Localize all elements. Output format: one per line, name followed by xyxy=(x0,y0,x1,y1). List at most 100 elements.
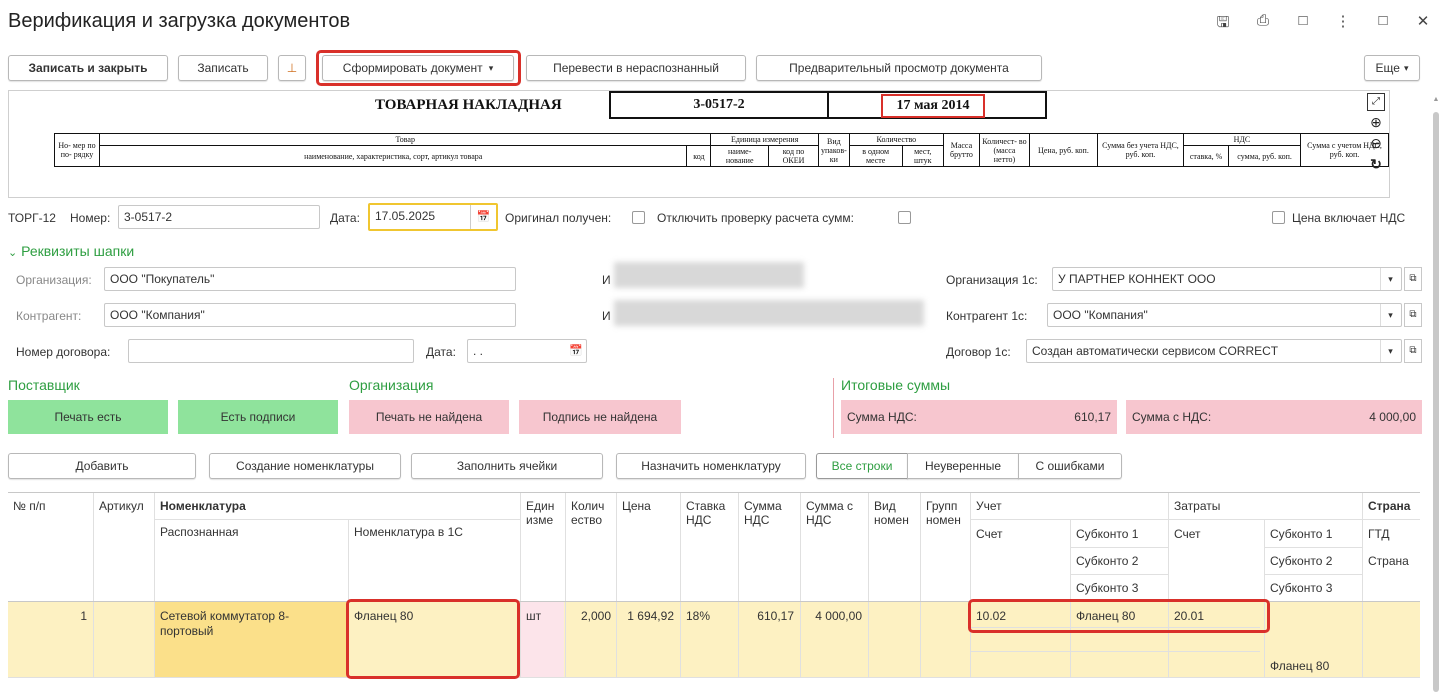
torg-label: ТОРГ-12 xyxy=(8,211,56,225)
col-nom1c[interactable]: Номенклатура в 1С xyxy=(349,521,468,543)
dropdown-icon[interactable]: ▾ xyxy=(1380,268,1400,290)
open-link-icon[interactable]: ⧉ xyxy=(1404,339,1422,363)
fit-screen-icon[interactable]: ⤢ xyxy=(1367,93,1385,111)
disable-check-checkbox[interactable] xyxy=(898,211,911,224)
col-article[interactable]: Артикул xyxy=(94,495,152,517)
stamp-present-tile: Печать есть xyxy=(8,400,168,434)
signature-missing-tile: Подпись не найдена xyxy=(519,400,681,434)
dropdown-icon[interactable]: ▾ xyxy=(1380,340,1400,362)
scroll-up-icon[interactable]: ▲ xyxy=(1431,96,1441,103)
rotate-icon[interactable]: ↻ xyxy=(1370,157,1382,174)
to-unrecognized-button[interactable]: Перевести в нераспознанный xyxy=(526,55,746,81)
col-cost-account[interactable]: Счет xyxy=(1169,523,1206,545)
more-vertical-icon[interactable]: ⋮ xyxy=(1333,12,1353,37)
number-label: Номер: xyxy=(70,211,111,225)
zoom-out-icon[interactable]: ⊖ xyxy=(1370,136,1382,153)
col-sub1[interactable]: Субконто 1 xyxy=(1071,523,1143,545)
org1c-input[interactable]: У ПАРТНЕР КОННЕКТ ООО xyxy=(1052,267,1402,291)
filter-all-rows[interactable]: Все строки xyxy=(816,453,908,479)
col-recognized[interactable]: Распознанная xyxy=(155,521,244,543)
highlight-nom1c xyxy=(346,599,520,679)
maximize-icon[interactable]: □ xyxy=(1373,12,1393,37)
col-costs[interactable]: Затраты xyxy=(1169,495,1225,517)
more-button[interactable]: Еще ▾ xyxy=(1364,55,1420,81)
totals-section-title: Итоговые суммы xyxy=(841,377,951,393)
row-sum-vat[interactable]: 4 000,00 xyxy=(801,605,867,627)
row-price[interactable]: 1 694,92 xyxy=(617,605,679,627)
row-csub3[interactable]: Фланец 80 xyxy=(1265,655,1334,677)
col-accounting[interactable]: Учет xyxy=(971,495,1007,517)
preview-doc-title: ТОВАРНАЯ НАКЛАДНАЯ xyxy=(375,97,562,113)
open-link-icon[interactable]: ⧉ xyxy=(1404,303,1422,327)
redacted-inn2 xyxy=(614,300,924,326)
contr-input[interactable]: ООО "Компания" xyxy=(104,303,516,327)
price-vat-checkbox[interactable] xyxy=(1272,211,1285,224)
vertical-scrollbar[interactable]: ▲ xyxy=(1431,92,1441,692)
col-nomenclature[interactable]: Номенклатура xyxy=(155,495,251,517)
dropdown-icon[interactable]: ▾ xyxy=(1380,304,1400,326)
preview-document-button[interactable]: Предварительный просмотр документа xyxy=(756,55,1042,81)
document-preview[interactable]: ТОВАРНАЯ НАКЛАДНАЯ 3-0517-2 17 мая 2014 … xyxy=(8,90,1390,198)
open-link-icon[interactable]: ⧉ xyxy=(1404,267,1422,291)
ph-price: Цена, руб. коп. xyxy=(1028,133,1098,167)
fill-cells-button[interactable]: Заполнить ячейки xyxy=(411,453,603,479)
col-vat-rate[interactable]: Ставка НДС xyxy=(681,495,739,531)
col-csub1[interactable]: Субконто 1 xyxy=(1265,523,1337,545)
row-vat-rate[interactable]: 18% xyxy=(681,605,715,627)
col-country-2[interactable]: Страна xyxy=(1363,550,1414,572)
col-vat-sum[interactable]: Сумма НДС xyxy=(739,495,799,531)
org-input[interactable]: ООО "Покупатель" xyxy=(104,267,516,291)
print-preview-icon[interactable]: □ xyxy=(1293,12,1313,37)
save-button[interactable]: Записать xyxy=(178,55,268,81)
ph-vat-sum: сумма, руб. коп. xyxy=(1228,145,1301,167)
contr1c-input[interactable]: ООО "Компания" xyxy=(1047,303,1402,327)
col-qty[interactable]: Количество xyxy=(566,495,616,531)
zoom-in-icon[interactable]: ⊕ xyxy=(1370,115,1382,132)
col-csub2[interactable]: Субконто 2 xyxy=(1265,550,1337,572)
ph-qtynet: Количест- во (масса нетто) xyxy=(978,133,1030,167)
row-qty[interactable]: 2,000 xyxy=(566,605,616,627)
calendar-icon[interactable]: 📅 xyxy=(470,205,496,229)
col-kind[interactable]: Вид номен xyxy=(869,495,919,531)
scrollbar-thumb[interactable] xyxy=(1433,112,1439,692)
col-sub3[interactable]: Субконто 3 xyxy=(1071,577,1143,599)
row-recognized[interactable]: Сетевой коммутатор 8-портовый xyxy=(155,605,345,643)
save-close-button[interactable]: Записать и закрыть xyxy=(8,55,168,81)
create-nomenclature-button[interactable]: Создание номенклатуры xyxy=(209,453,401,479)
close-icon[interactable]: ✕ xyxy=(1413,12,1433,37)
contract1c-input[interactable]: Создан автоматически сервисом CORRECT xyxy=(1026,339,1402,363)
col-csub3[interactable]: Субконто 3 xyxy=(1265,577,1337,599)
contract-number-input[interactable] xyxy=(128,339,414,363)
highlight-generate xyxy=(316,50,521,86)
col-gtd[interactable]: ГТД xyxy=(1363,523,1395,545)
col-price[interactable]: Цена xyxy=(617,495,656,517)
filter-errors[interactable]: С ошибками xyxy=(1018,453,1122,479)
ph-goods: Товар xyxy=(98,133,712,146)
save-disk-icon[interactable]: 🖫 xyxy=(1213,12,1233,37)
structure-icon[interactable]: ⊥ xyxy=(278,55,306,81)
row-vat-sum[interactable]: 610,17 xyxy=(739,605,799,627)
col-num[interactable]: № п/п xyxy=(8,495,51,517)
row-num[interactable]: 1 xyxy=(8,605,92,627)
original-received-label: Оригинал получен: xyxy=(505,211,612,225)
calendar-icon[interactable]: 📅 xyxy=(566,340,586,362)
assign-nomenclature-button[interactable]: Назначить номенклатуру xyxy=(616,453,806,479)
col-sub2[interactable]: Субконто 2 xyxy=(1071,550,1143,572)
contr-label: Контрагент: xyxy=(16,309,82,323)
filter-uncertain[interactable]: Неуверенные xyxy=(907,453,1019,479)
col-acc-account[interactable]: Счет xyxy=(971,523,1008,545)
col-unit[interactable]: Единизме xyxy=(521,495,565,531)
col-sum-vat[interactable]: Сумма с НДС xyxy=(801,495,867,531)
add-row-button[interactable]: Добавить xyxy=(8,453,196,479)
col-country[interactable]: Страна xyxy=(1363,495,1415,517)
number-input[interactable]: 3-0517-2 xyxy=(118,205,320,229)
row-unit[interactable]: шт xyxy=(521,605,546,627)
vat-sum-label: Сумма НДС: xyxy=(847,409,917,424)
total-sum-value: 4 000,00 xyxy=(1369,410,1416,424)
print-icon[interactable]: ⎙ xyxy=(1253,12,1273,37)
ph-sumnovat: Сумма без учета НДС, руб. коп. xyxy=(1096,133,1184,167)
more-label: Еще xyxy=(1375,61,1400,75)
col-group[interactable]: Групп номен xyxy=(921,495,971,531)
header-section-toggle[interactable]: ⌄ Реквизиты шапки xyxy=(8,243,134,259)
original-received-checkbox[interactable] xyxy=(632,211,645,224)
